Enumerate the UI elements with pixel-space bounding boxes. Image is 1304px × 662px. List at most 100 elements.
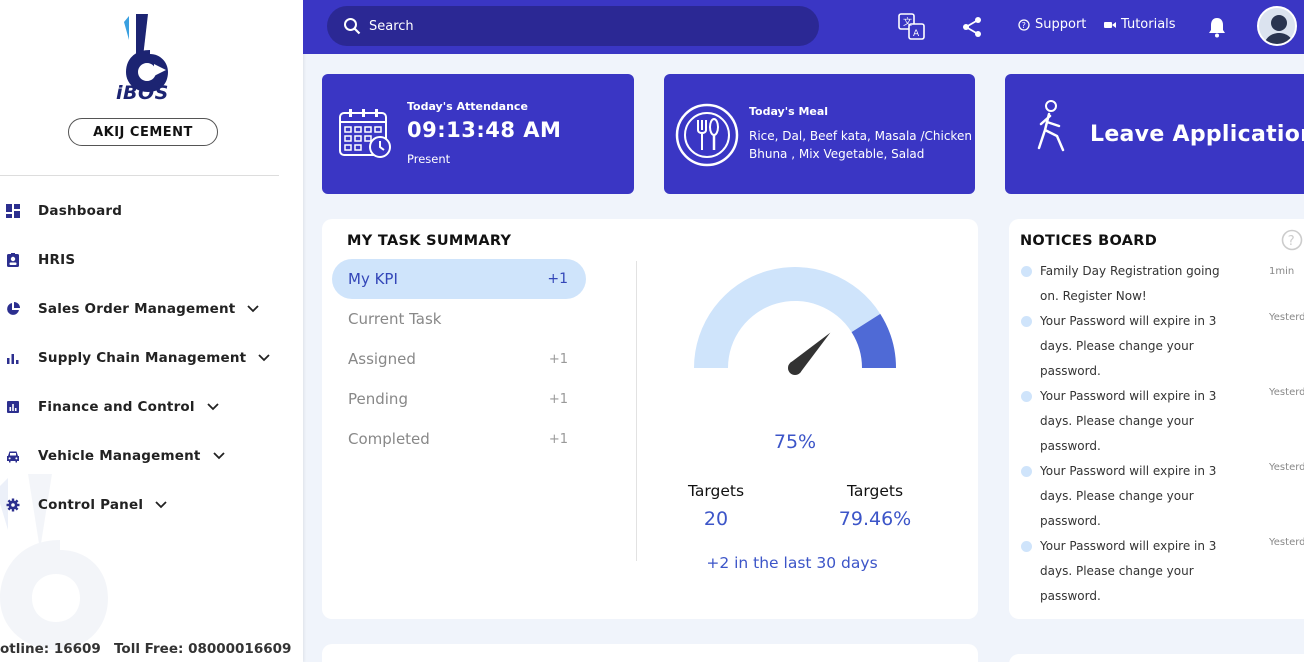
notice-item[interactable]: Your Password will expire in 3 days. Ple… (1021, 534, 1304, 609)
gauge-hub (788, 361, 802, 375)
sidebar-item-vehicle-management[interactable]: Vehicle Management (0, 431, 303, 480)
notice-text: Your Password will expire in 3 days. Ple… (1040, 539, 1217, 603)
task-item-count: +1 (548, 391, 568, 407)
notice-time: Yesterday (1269, 387, 1304, 398)
chevron-down-icon[interactable] (155, 498, 169, 512)
meal-card[interactable]: Today's Meal Rice, Dal, Beef kata, Masal… (664, 74, 975, 194)
brand-name: iBOS (116, 82, 169, 104)
task-item-pending[interactable]: Pending +1 (332, 379, 586, 419)
leave-application-card[interactable]: Leave Application (1005, 74, 1304, 194)
gear-icon (6, 498, 20, 512)
sidebar-item-finance-and-control[interactable]: Finance and Control (0, 382, 303, 431)
pie-chart-icon (6, 301, 20, 316)
help-circle-icon[interactable]: ? (1281, 229, 1303, 251)
sidebar-item-label: Dashboard (38, 202, 123, 219)
kpi-gauge (694, 267, 896, 375)
support-label: Support (1035, 17, 1087, 32)
task-item-current-task[interactable]: Current Task (332, 299, 586, 339)
notice-text: Family Day Registration going on. Regist… (1040, 264, 1220, 303)
task-item-assigned[interactable]: Assigned +1 (332, 339, 586, 379)
walking-person-icon (1037, 100, 1065, 152)
kpi-percent: 75% (773, 431, 817, 453)
sidebar-item-label: Finance and Control (38, 398, 195, 415)
gauge-track (694, 267, 881, 368)
chevron-down-icon[interactable] (212, 449, 227, 463)
notice-time: 1min (1269, 266, 1295, 277)
svg-text:A: A (913, 29, 920, 39)
meal-menu: Rice, Dal, Beef kata, Masala /Chicken Bh… (749, 129, 972, 161)
task-item-count: +1 (547, 271, 568, 287)
chevron-down-icon[interactable] (247, 302, 261, 316)
chevron-down-icon[interactable] (258, 351, 272, 365)
task-summary-title: MY TASK SUMMARY (347, 233, 512, 249)
tutorials-link[interactable]: Tutorials (1104, 17, 1176, 32)
help-circle-icon: ? (1018, 18, 1030, 31)
task-item-count: +1 (548, 431, 568, 447)
attendance-time: 09:13:48 AM (407, 118, 562, 142)
id-badge-icon (6, 252, 20, 267)
sidebar-nav: Dashboard HRIS Sales Order Management Su… (0, 186, 303, 529)
notice-time: Yesterday (1269, 312, 1304, 323)
sidebar-item-label: Sales Order Management (38, 300, 236, 317)
notice-bullet (1021, 541, 1032, 552)
notice-bullet (1021, 266, 1032, 277)
target-label-2: Targets (846, 482, 904, 500)
svg-text:?: ? (1288, 234, 1295, 249)
task-list: My KPI +1 Current Task Assigned +1 Pendi… (332, 259, 586, 459)
sidebar-item-supply-chain-management[interactable]: Supply Chain Management (0, 333, 303, 382)
sidebar-item-label: HRIS (38, 251, 76, 268)
task-item-label: Completed (348, 430, 430, 448)
sidebar-item-control-panel[interactable]: Control Panel (0, 480, 303, 529)
notice-item[interactable]: Your Password will expire in 3 days. Ple… (1021, 309, 1304, 384)
notice-bullet (1021, 316, 1032, 327)
task-item-label: Pending (348, 390, 408, 408)
user-avatar[interactable] (1257, 6, 1297, 46)
task-item-label: My KPI (348, 270, 398, 288)
calendar-clock-icon (339, 109, 391, 158)
notice-item[interactable]: Family Day Registration going on. Regist… (1021, 259, 1294, 309)
task-item-my-kpi[interactable]: My KPI +1 (332, 259, 586, 299)
bar-chart-icon (6, 351, 20, 365)
meal-title: Today's Meal (749, 105, 829, 118)
sidebar-item-sales-order-management[interactable]: Sales Order Management (0, 284, 303, 333)
svg-text:?: ? (1022, 21, 1026, 30)
lower-right-panel (1009, 654, 1304, 662)
task-item-completed[interactable]: Completed +1 (332, 419, 586, 459)
task-item-label: Assigned (348, 350, 416, 368)
bell-icon[interactable] (1202, 12, 1232, 42)
task-item-label: Current Task (348, 310, 442, 328)
notice-item[interactable]: Your Password will expire in 3 days. Ple… (1021, 459, 1304, 534)
tollfree-text: Toll Free: 08000016609 (114, 641, 292, 657)
attendance-card[interactable]: Today's Attendance 09:13:48 AM Present (322, 74, 634, 194)
task-item-count: +1 (548, 351, 568, 367)
notice-text: Your Password will expire in 3 days. Ple… (1040, 464, 1217, 528)
chevron-down-icon[interactable] (207, 400, 221, 414)
notice-time: Yesterday (1269, 537, 1304, 548)
notice-list: Family Day Registration going on. Regist… (1021, 259, 1304, 609)
task-summary-panel: MY TASK SUMMARY My KPI +1 Current Task A… (322, 219, 978, 619)
notice-bullet (1021, 466, 1032, 477)
sidebar-item-label: Vehicle Management (38, 447, 201, 464)
notice-item[interactable]: Your Password will expire in 3 days. Ple… (1021, 384, 1304, 459)
search-bar[interactable]: Search (327, 6, 819, 46)
notices-title: NOTICES BOARD (1020, 233, 1158, 249)
dashboard-icon (6, 203, 20, 218)
sidebar-item-hris[interactable]: HRIS (0, 235, 303, 284)
sidebar-item-label: Control Panel (38, 496, 144, 513)
search-input[interactable]: Search (369, 19, 414, 34)
support-link[interactable]: ? Support (1018, 17, 1086, 32)
translate-icon[interactable]: 文A (897, 12, 927, 42)
trend-text: +2 in the last 30 days (706, 554, 878, 572)
attendance-title: Today's Attendance (407, 100, 528, 113)
sidebar-item-dashboard[interactable]: Dashboard (0, 186, 303, 235)
sidebar-divider (0, 175, 279, 176)
svg-text:文: 文 (903, 16, 912, 28)
company-selector[interactable]: AKIJ CEMENT (68, 118, 218, 146)
notice-text: Your Password will expire in 3 days. Ple… (1040, 389, 1217, 453)
task-divider (636, 261, 637, 561)
car-icon (6, 449, 20, 463)
video-camera-icon (1104, 21, 1116, 28)
share-icon[interactable] (957, 12, 987, 42)
target-label-1: Targets (687, 482, 745, 500)
target-value-1: 20 (703, 508, 729, 530)
